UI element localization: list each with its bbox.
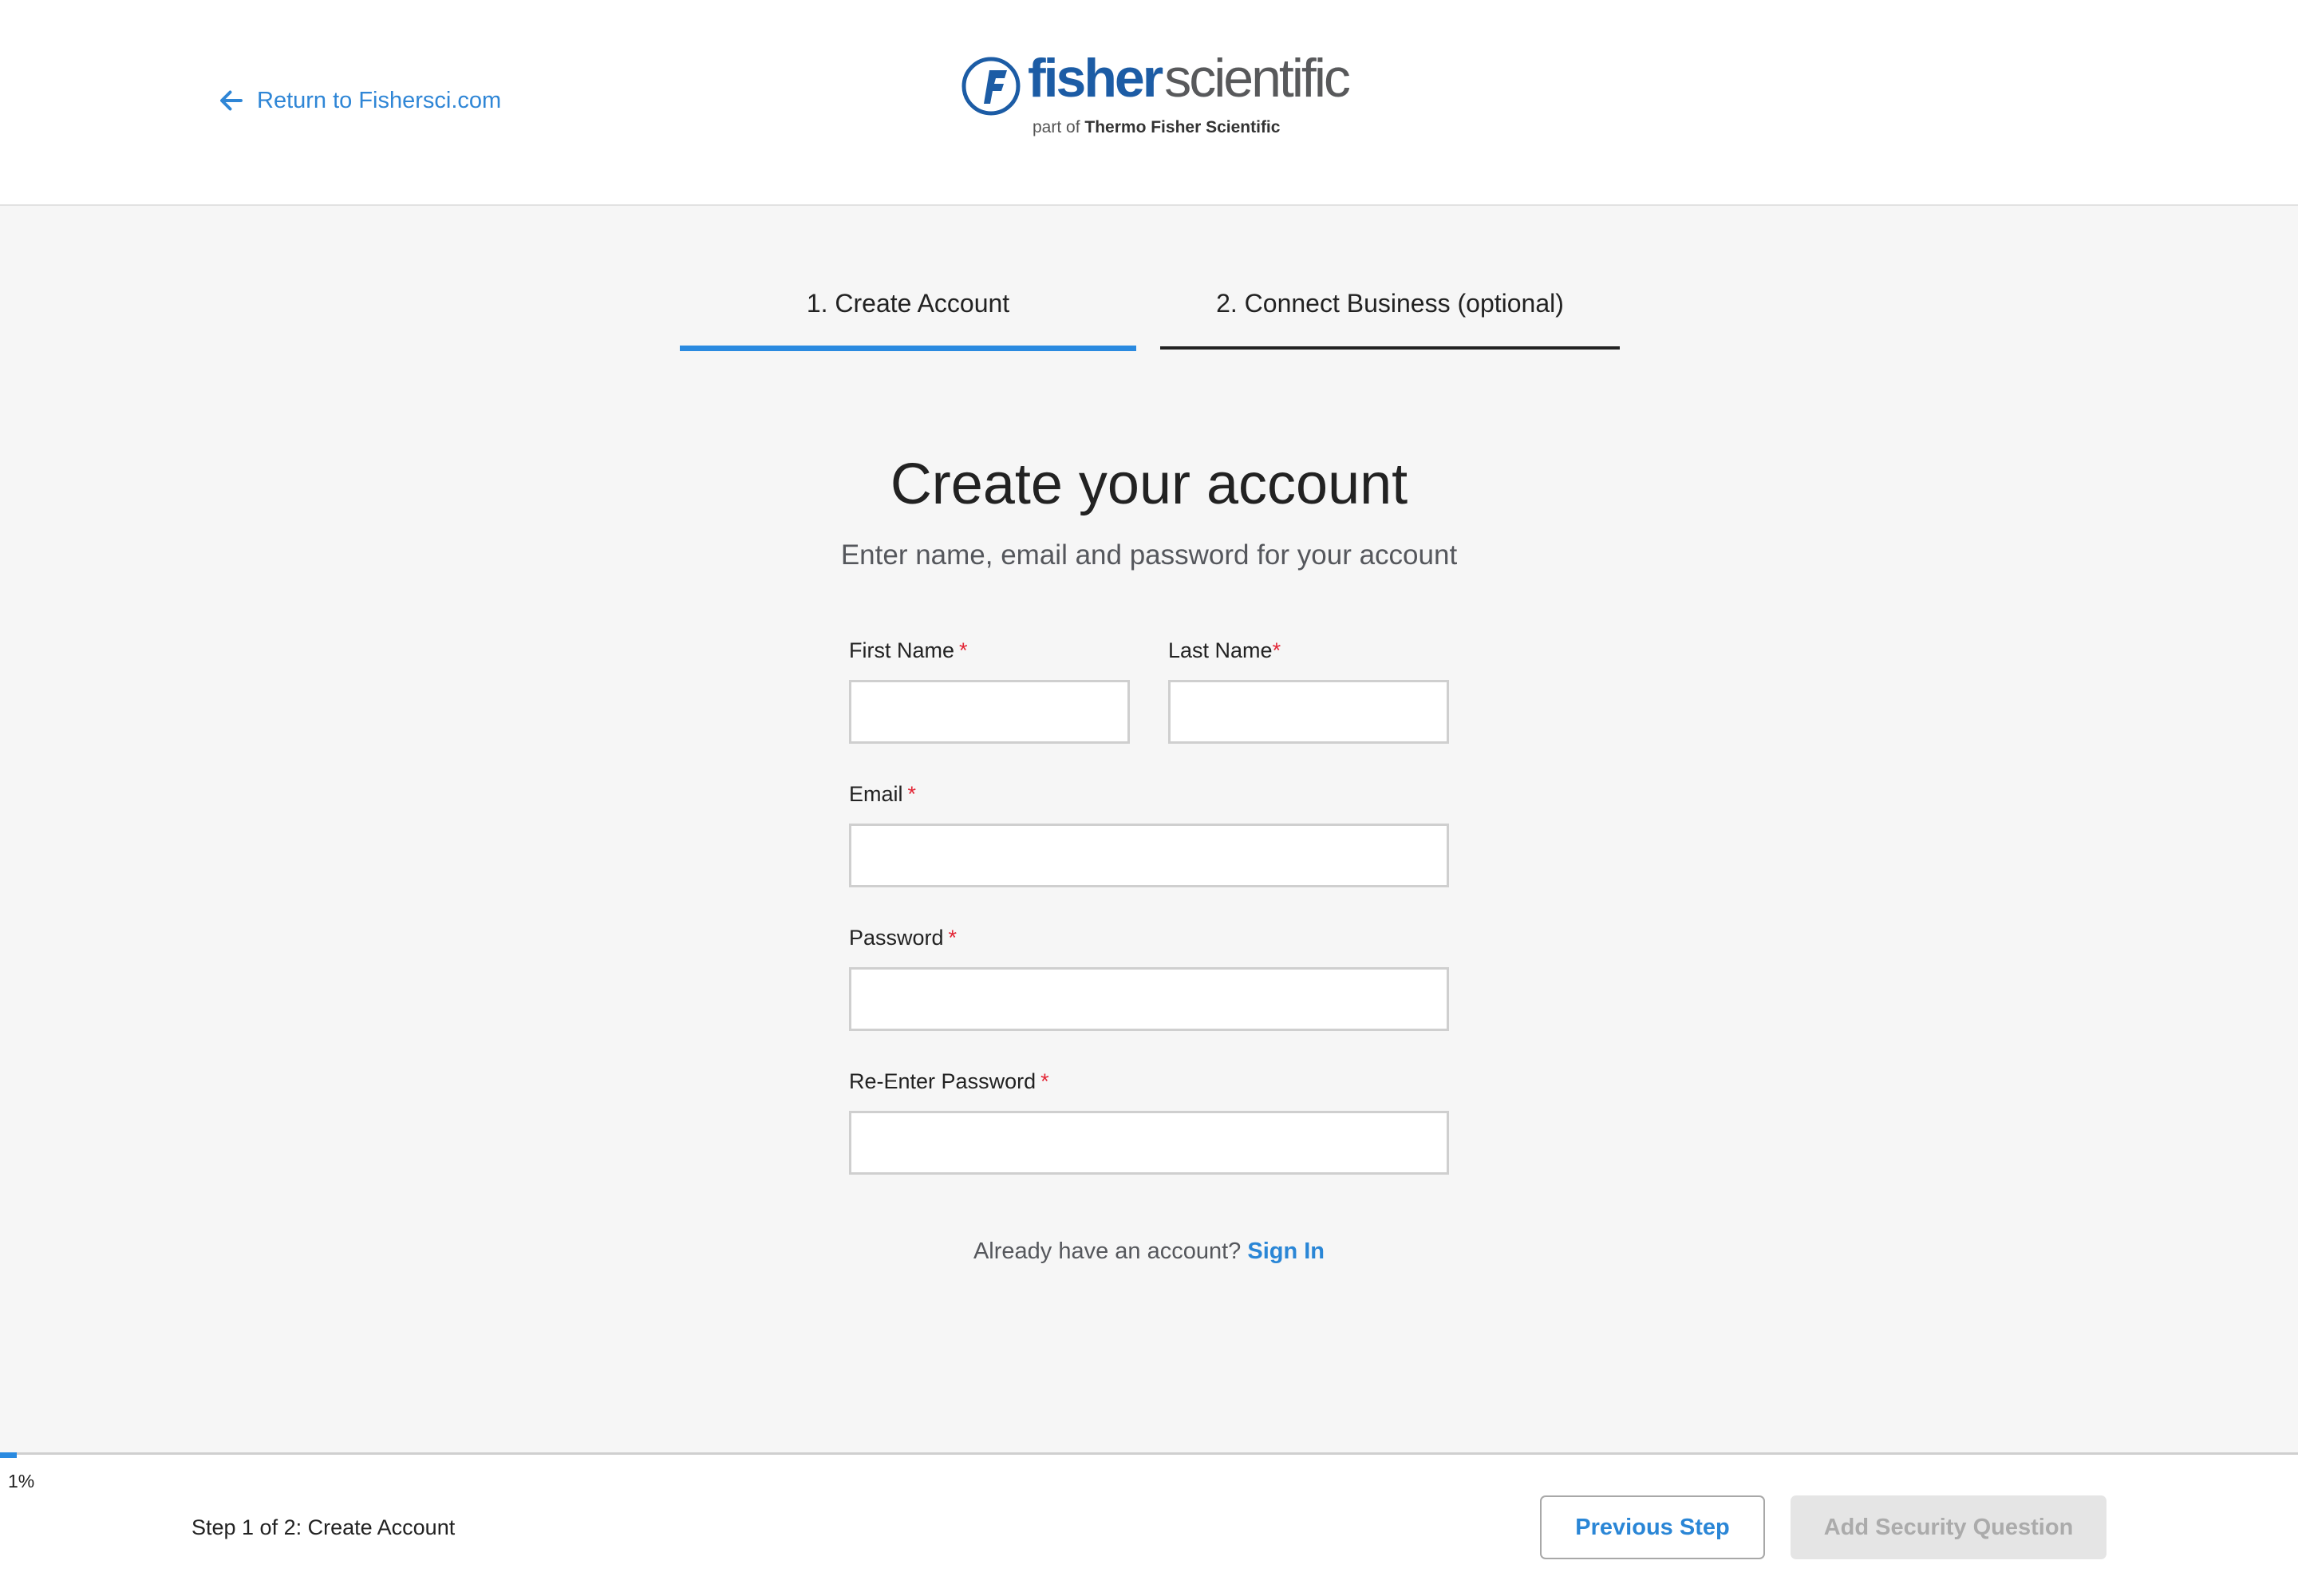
required-marker: * <box>1272 638 1281 662</box>
tab-connect-business[interactable]: 2. Connect Business (optional) <box>1160 271 1620 350</box>
logo-wordmark: fisherscientific <box>1028 51 1351 105</box>
reenter-password-label: Re-Enter Password * <box>849 1069 1049 1094</box>
required-marker: * <box>1040 1069 1049 1093</box>
reenter-password-label-text: Re-Enter Password <box>849 1069 1036 1093</box>
add-security-question-button[interactable]: Add Security Question <box>1791 1495 2106 1559</box>
last-name-label-text: Last Name <box>1168 638 1273 662</box>
page-title: Create your account <box>890 452 1408 516</box>
return-link-label: Return to Fishersci.com <box>257 87 502 113</box>
logo-word-fisher: fisher <box>1028 48 1163 109</box>
email-input[interactable] <box>849 824 1449 887</box>
tab-create-account-label: 1. Create Account <box>806 289 1010 318</box>
password-input[interactable] <box>849 967 1449 1031</box>
page-subtitle: Enter name, email and password for your … <box>840 539 1458 571</box>
first-name-label: First Name * <box>849 638 968 663</box>
sign-in-link[interactable]: Sign In <box>1247 1238 1325 1264</box>
progress-percent: 1% <box>8 1471 35 1491</box>
logo-word-scientific: scientific <box>1164 48 1351 109</box>
previous-step-button[interactable]: Previous Step <box>1540 1495 1765 1559</box>
signin-prompt: Already have an account? Sign In <box>0 1238 2298 1265</box>
fisher-logo-mark-icon <box>961 57 1021 116</box>
last-name-input[interactable] <box>1168 680 1449 744</box>
step-tabs: 1. Create Account 2. Connect Business (o… <box>680 271 1621 351</box>
required-marker: * <box>948 926 958 950</box>
last-name-label: Last Name* <box>1168 638 1281 663</box>
password-label: Password * <box>849 926 957 950</box>
signin-prompt-text: Already have an account? <box>973 1238 1242 1264</box>
footer-bar: 1% Step 1 of 2: Create Account Previous … <box>0 1452 2298 1596</box>
return-to-fishersci-link[interactable]: Return to Fishersci.com <box>217 86 501 115</box>
progress-bar <box>0 1452 2298 1458</box>
required-marker: * <box>907 782 917 806</box>
arrow-left-icon <box>220 90 243 111</box>
reenter-password-input[interactable] <box>849 1111 1449 1175</box>
first-name-label-text: First Name <box>849 638 955 662</box>
logo-tagline-prefix: part of <box>1033 118 1080 136</box>
email-label-text: Email <box>849 782 903 806</box>
fisher-scientific-logo: fisherscientific part of Thermo Fisher S… <box>961 51 1351 142</box>
first-name-input[interactable] <box>849 680 1130 744</box>
header: Return to Fishersci.com fisherscientific… <box>0 0 2298 206</box>
progress-bar-fill <box>0 1452 17 1458</box>
tab-create-account[interactable]: 1. Create Account <box>680 271 1136 351</box>
logo-tagline: part of Thermo Fisher Scientific <box>1033 118 1280 137</box>
required-marker: * <box>959 638 968 662</box>
tab-connect-business-label: 2. Connect Business (optional) <box>1216 289 1564 318</box>
email-label: Email * <box>849 782 916 807</box>
password-label-text: Password <box>849 926 944 950</box>
logo-tagline-brand: Thermo Fisher Scientific <box>1084 118 1281 136</box>
step-indicator: Step 1 of 2: Create Account <box>192 1515 456 1539</box>
